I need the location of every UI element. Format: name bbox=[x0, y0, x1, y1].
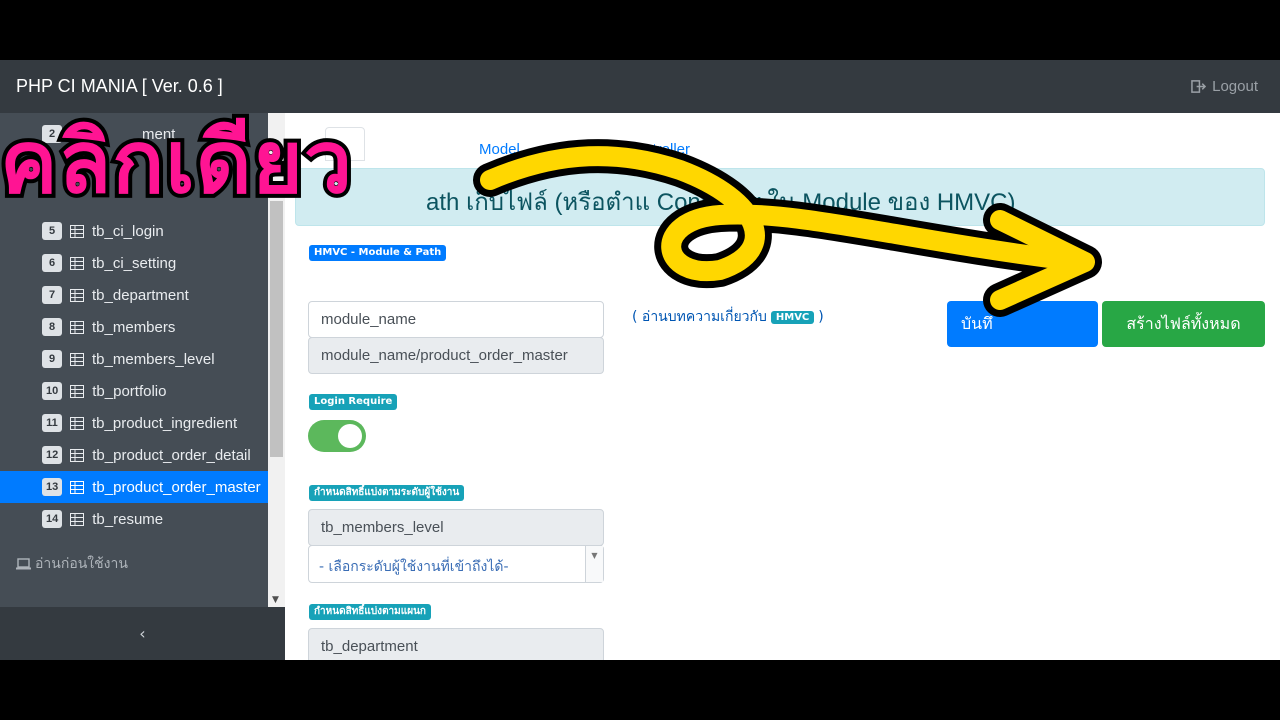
sidebar-item-label: tb_members bbox=[92, 318, 176, 336]
create-all-files-button[interactable]: สร้างไฟล์ทั้งหมด bbox=[1102, 301, 1265, 347]
table-icon bbox=[70, 384, 85, 398]
tab-controller[interactable]: Controller bbox=[625, 141, 690, 158]
alert-text: ath เก็บไฟล์ (หรือตำแ Controller ใน Modu… bbox=[426, 189, 1016, 216]
login-require-badge: Login Require bbox=[309, 394, 398, 410]
logout-icon bbox=[1191, 80, 1207, 93]
scrollbar-thumb[interactable] bbox=[270, 201, 283, 457]
sidebar-item-tb-product-order-detail[interactable]: 12 tb_product_order_detail bbox=[0, 439, 268, 471]
table-icon bbox=[70, 512, 85, 526]
select-arrow-icon: ▼ bbox=[585, 546, 603, 582]
table-icon bbox=[70, 480, 85, 494]
department-table-value: tb_department bbox=[321, 638, 418, 655]
save-button[interactable]: บันทึ bbox=[947, 301, 1098, 347]
table-icon bbox=[70, 352, 84, 366]
sidebar-item-tb-product-ingredient[interactable]: 11 tb_product_ingredient bbox=[0, 407, 268, 439]
sidebar-item-label: tb_department bbox=[92, 286, 189, 304]
sidebar-item-tb-resume[interactable]: 14 tb_resume bbox=[0, 503, 268, 535]
table-number-badge: 8 bbox=[42, 318, 62, 336]
table-icon bbox=[70, 224, 84, 238]
level-table-field: tb_members_level bbox=[308, 509, 604, 546]
table-number-badge: 6 bbox=[42, 254, 62, 272]
login-require-toggle[interactable] bbox=[308, 420, 366, 452]
read-first-link[interactable]: อ่านก่อนใช้งาน bbox=[16, 553, 128, 575]
sidebar-item-tb-ci-login[interactable]: 5 tb_ci_login bbox=[0, 215, 268, 247]
module-name-input[interactable]: module_name bbox=[308, 301, 604, 338]
sidebar-item-tb-portfolio[interactable]: 10 tb_portfolio bbox=[0, 375, 268, 407]
read-first-label: อ่านก่อนใช้งาน bbox=[35, 555, 128, 571]
table-number-badge: 5 bbox=[42, 222, 62, 240]
table-number-badge: 12 bbox=[42, 446, 63, 464]
sidebar-item-label: tb_portfolio bbox=[92, 382, 167, 400]
sidebar-item-tb-product-order-master[interactable]: 13 tb_product_order_master bbox=[0, 471, 268, 503]
laptop-icon bbox=[16, 558, 31, 570]
table-number-badge: 13 bbox=[42, 478, 63, 496]
main-content: Model Vi Controller ath เก็บไฟล์ (หรือตำ… bbox=[285, 113, 1280, 660]
module-name-value: module_name bbox=[321, 311, 417, 328]
sidebar-item-label: tb_resume bbox=[92, 510, 164, 528]
sidebar-item-tb-members[interactable]: 8 tb_members bbox=[0, 311, 268, 343]
create-all-files-label: สร้างไฟล์ทั้งหมด bbox=[1126, 313, 1241, 333]
level-table-value: tb_members_level bbox=[321, 519, 444, 536]
letterbox-top bbox=[0, 0, 1280, 60]
sidebar-item-label: tb_product_order_detail bbox=[92, 446, 251, 464]
table-number-badge: 7 bbox=[42, 286, 62, 304]
tab-model[interactable]: Model bbox=[479, 141, 520, 158]
scroll-down-arrow-icon[interactable]: ▼ bbox=[272, 595, 279, 605]
table-number-badge: 14 bbox=[42, 510, 63, 528]
level-select-value: - เลือกระดับผู้ใช้งานที่เข้าถึงได้- bbox=[319, 559, 509, 575]
sidebar-item-tb-department[interactable]: 7 tb_department bbox=[0, 279, 268, 311]
sidebar-item-label: tb_product_ingredient bbox=[92, 414, 238, 432]
hmvc-article-link[interactable]: ( อ่านบทความเกี่ยวกับ HMVC ) bbox=[632, 306, 824, 328]
overlay-caption: คลิกเดียว bbox=[0, 113, 356, 213]
sidebar-item-label: tb_ci_login bbox=[92, 222, 164, 240]
hmvc-section-badge: HMVC - Module & Path bbox=[309, 245, 447, 261]
table-icon bbox=[70, 320, 84, 334]
table-number-badge: 9 bbox=[42, 350, 62, 368]
app-title[interactable]: PHP CI MANIA [ Ver. 0.6 ] bbox=[16, 76, 223, 97]
hmvc-link-post: ) bbox=[818, 309, 824, 325]
hmvc-link-badge: HMVC bbox=[770, 310, 815, 324]
level-select[interactable]: - เลือกระดับผู้ใช้งานที่เข้าถึงได้- ▼ bbox=[308, 545, 604, 583]
table-icon bbox=[70, 416, 84, 430]
sidebar-item-label: tb_ci_setting bbox=[92, 254, 177, 272]
table-icon bbox=[70, 256, 84, 270]
module-path-value: module_name/product_order_master bbox=[321, 347, 568, 364]
info-alert: ath เก็บไฟล์ (หรือตำแ Controller ใน Modu… bbox=[295, 168, 1265, 226]
level-permission-badge: กำหนดสิทธิ์แบ่งตามระดับผู้ใช้งาน bbox=[309, 485, 465, 501]
logout-link[interactable]: Logout bbox=[1191, 78, 1258, 95]
table-number-badge: 11 bbox=[42, 414, 62, 432]
department-table-field: tb_department bbox=[308, 628, 604, 660]
save-button-label: บันทึ bbox=[961, 313, 993, 333]
sidebar-item-tb-members-level[interactable]: 9 tb_members_level bbox=[0, 343, 268, 375]
letterbox-bottom bbox=[0, 660, 1280, 720]
sidebar-item-label: tb_product_order_master bbox=[92, 478, 261, 496]
sidebar-item-tb-ci-setting[interactable]: 6 tb_ci_setting bbox=[0, 247, 268, 279]
chevron-left-icon: ‹ bbox=[139, 624, 146, 643]
table-icon bbox=[70, 448, 85, 462]
module-path-field: module_name/product_order_master bbox=[308, 337, 604, 374]
department-permission-badge: กำหนดสิทธิ์แบ่งตามแผนก bbox=[309, 604, 431, 620]
top-navbar: PHP CI MANIA [ Ver. 0.6 ] Logout bbox=[0, 60, 1280, 113]
sidebar-collapse-button[interactable]: ‹ bbox=[0, 607, 285, 660]
table-icon bbox=[70, 288, 84, 302]
table-number-badge: 10 bbox=[42, 382, 63, 400]
hmvc-link-pre: ( อ่านบทความเกี่ยวกับ bbox=[632, 309, 767, 325]
sidebar-item-label: tb_members_level bbox=[92, 350, 215, 368]
logout-label: Logout bbox=[1212, 78, 1258, 95]
toggle-knob bbox=[338, 424, 362, 448]
tab-view[interactable]: Vi bbox=[555, 141, 568, 158]
